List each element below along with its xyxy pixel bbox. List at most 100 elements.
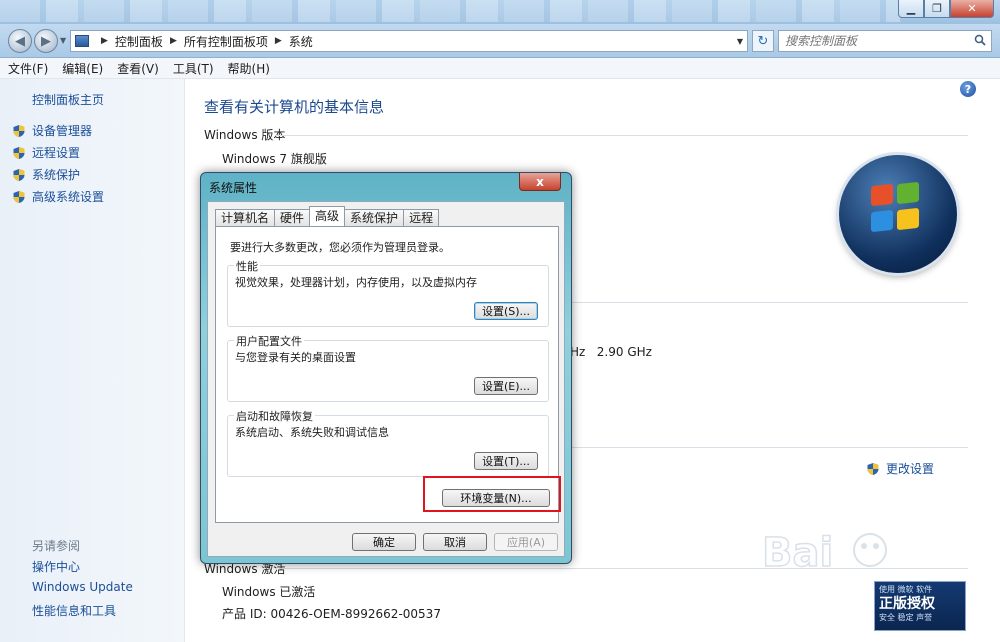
- back-button[interactable]: ◀: [8, 29, 32, 53]
- admin-note: 要进行大多数更改，您必须作为管理员登录。: [230, 241, 450, 254]
- recent-pages-dropdown[interactable]: ▼: [60, 36, 66, 45]
- page-title: 查看有关计算机的基本信息: [204, 98, 385, 116]
- menu-file[interactable]: 文件(F): [8, 60, 48, 77]
- product-id: 产品 ID: 00426-OEM-8992662-00537: [222, 607, 441, 621]
- windows-logo-icon: [839, 155, 957, 273]
- performance-group: 性能 视觉效果，处理器计划，内存使用，以及虚拟内存 设置(S)...: [227, 258, 549, 327]
- breadcrumb-system[interactable]: 系统: [289, 33, 313, 50]
- group-description: 视觉效果，处理器计划，内存使用，以及虚拟内存: [235, 276, 477, 289]
- help-icon[interactable]: ?: [960, 81, 976, 97]
- startup-recovery-group: 启动和故障恢复 系统启动、系统失败和调试信息 设置(T)...: [227, 408, 549, 477]
- chevron-right-icon[interactable]: ▶: [101, 36, 108, 46]
- breadcrumb-all-items[interactable]: 所有控制面板项: [184, 33, 268, 50]
- tab-computer-name[interactable]: 计算机名: [215, 209, 276, 226]
- search-box[interactable]: [778, 30, 992, 52]
- chevron-right-icon[interactable]: ▶: [170, 36, 177, 46]
- group-title: 性能: [234, 258, 260, 274]
- window-controls: ▁ ❐ ✕: [898, 0, 994, 18]
- address-bar[interactable]: ▶ 控制面板 ▶ 所有控制面板项 ▶ 系统 ▼: [70, 30, 748, 52]
- menu-edit[interactable]: 编辑(E): [62, 60, 103, 77]
- section-divider: [571, 447, 968, 448]
- restore-button[interactable]: ❐: [924, 0, 950, 18]
- tab-system-protection[interactable]: 系统保护: [344, 209, 405, 226]
- tab-strip: 计算机名 硬件 高级 系统保护 远程: [215, 206, 440, 226]
- processor-speed-partial: Hz 2.90 GHz: [570, 345, 652, 359]
- forward-arrow-icon: ▶: [41, 33, 51, 49]
- section-divider: [275, 135, 968, 136]
- cancel-button[interactable]: 取消: [423, 533, 487, 551]
- activation-status: Windows 已激活: [222, 585, 316, 599]
- search-icon[interactable]: [974, 34, 986, 46]
- section-divider: [571, 302, 968, 303]
- tab-hardware[interactable]: 硬件: [274, 209, 311, 226]
- system-protection-link[interactable]: 系统保护: [12, 166, 80, 183]
- genuine-software-badge: 使用 微软 软件 正版授权 安全 稳定 声誉: [874, 581, 966, 631]
- breadcrumb-control-panel[interactable]: 控制面板: [115, 33, 163, 50]
- window-titlebar: ▁ ❐ ✕: [0, 0, 1000, 24]
- uac-shield-icon: [13, 190, 25, 203]
- address-dropdown-icon[interactable]: ▼: [737, 37, 743, 46]
- remote-settings-link[interactable]: 远程设置: [12, 144, 80, 161]
- group-title: 用户配置文件: [234, 333, 304, 349]
- user-profiles-settings-button[interactable]: 设置(E)...: [474, 377, 538, 395]
- uac-shield-icon: [13, 168, 25, 181]
- uac-shield-icon: [867, 462, 879, 475]
- logo-pane: [897, 181, 919, 205]
- advanced-system-settings-link[interactable]: 高级系统设置: [12, 188, 104, 205]
- back-arrow-icon: ◀: [15, 33, 25, 49]
- control-panel-home-link[interactable]: 控制面板主页: [32, 91, 104, 108]
- control-panel-icon: [75, 35, 89, 47]
- uac-shield-icon: [13, 124, 25, 137]
- cpu-unit-fragment: Hz: [570, 345, 586, 359]
- remote-settings-label[interactable]: 远程设置: [32, 144, 80, 161]
- system-protection-label[interactable]: 系统保护: [32, 166, 80, 183]
- windows-update-link[interactable]: Windows Update: [32, 580, 133, 594]
- logo-pane: [871, 209, 893, 233]
- device-manager-link[interactable]: 设备管理器: [12, 122, 92, 139]
- svg-text:Bai: Bai: [762, 530, 833, 576]
- ok-button[interactable]: 确定: [352, 533, 416, 551]
- group-description: 系统启动、系统失败和调试信息: [235, 426, 389, 439]
- dialog-title: 系统属性: [209, 181, 258, 195]
- close-button[interactable]: ✕: [950, 0, 994, 18]
- refresh-icon: ↻: [757, 33, 769, 49]
- badge-title: 正版授权: [879, 596, 935, 612]
- task-pane: 控制面板主页 设备管理器 远程设置 系统保护 高级系统设置 另请参阅 操作中心 …: [0, 79, 185, 642]
- edition-section-heading: Windows 版本: [204, 128, 286, 142]
- menu-tools[interactable]: 工具(T): [173, 60, 214, 77]
- group-description: 与您登录有关的桌面设置: [235, 351, 356, 364]
- see-also-heading: 另请参阅: [32, 539, 81, 553]
- performance-tools-link[interactable]: 性能信息和工具: [32, 602, 116, 619]
- menu-bar: 文件(F) 编辑(E) 查看(V) 工具(T) 帮助(H): [0, 58, 1000, 79]
- startup-recovery-settings-button[interactable]: 设置(T)...: [474, 452, 538, 470]
- tab-advanced[interactable]: 高级: [309, 206, 346, 226]
- change-settings-link[interactable]: 更改设置: [866, 460, 934, 477]
- baidu-watermark-icon: Bai: [761, 529, 887, 577]
- logo-pane: [871, 183, 893, 207]
- dialog-close-button[interactable]: x: [519, 173, 561, 191]
- forward-button[interactable]: ▶: [34, 29, 58, 53]
- minimize-button[interactable]: ▁: [898, 0, 924, 18]
- performance-settings-button[interactable]: 设置(S)...: [474, 302, 538, 320]
- uac-shield-icon: [13, 146, 25, 159]
- chevron-right-icon[interactable]: ▶: [275, 36, 282, 46]
- menu-help[interactable]: 帮助(H): [228, 60, 270, 77]
- badge-line1: 使用 微软 软件: [879, 585, 933, 594]
- apply-button[interactable]: 应用(A): [494, 533, 558, 551]
- group-title: 启动和故障恢复: [234, 408, 315, 424]
- logo-pane: [897, 207, 919, 231]
- user-profiles-group: 用户配置文件 与您登录有关的桌面设置 设置(E)...: [227, 333, 549, 402]
- change-settings-label[interactable]: 更改设置: [886, 460, 934, 477]
- taskbar-reflection: [0, 0, 900, 22]
- refresh-button[interactable]: ↻: [752, 30, 774, 52]
- menu-view[interactable]: 查看(V): [117, 60, 159, 77]
- address-toolbar: ◀ ▶ ▼ ▶ 控制面板 ▶ 所有控制面板项 ▶ 系统 ▼ ↻: [0, 24, 1000, 58]
- device-manager-label[interactable]: 设备管理器: [32, 122, 92, 139]
- tab-remote[interactable]: 远程: [403, 209, 440, 226]
- cpu-speed: 2.90 GHz: [596, 345, 652, 359]
- action-center-link[interactable]: 操作中心: [32, 558, 80, 575]
- advanced-system-settings-label[interactable]: 高级系统设置: [32, 188, 104, 205]
- badge-line3: 安全 稳定 声誉: [879, 613, 933, 622]
- windows-edition: Windows 7 旗舰版: [222, 152, 327, 166]
- search-input[interactable]: [779, 31, 959, 51]
